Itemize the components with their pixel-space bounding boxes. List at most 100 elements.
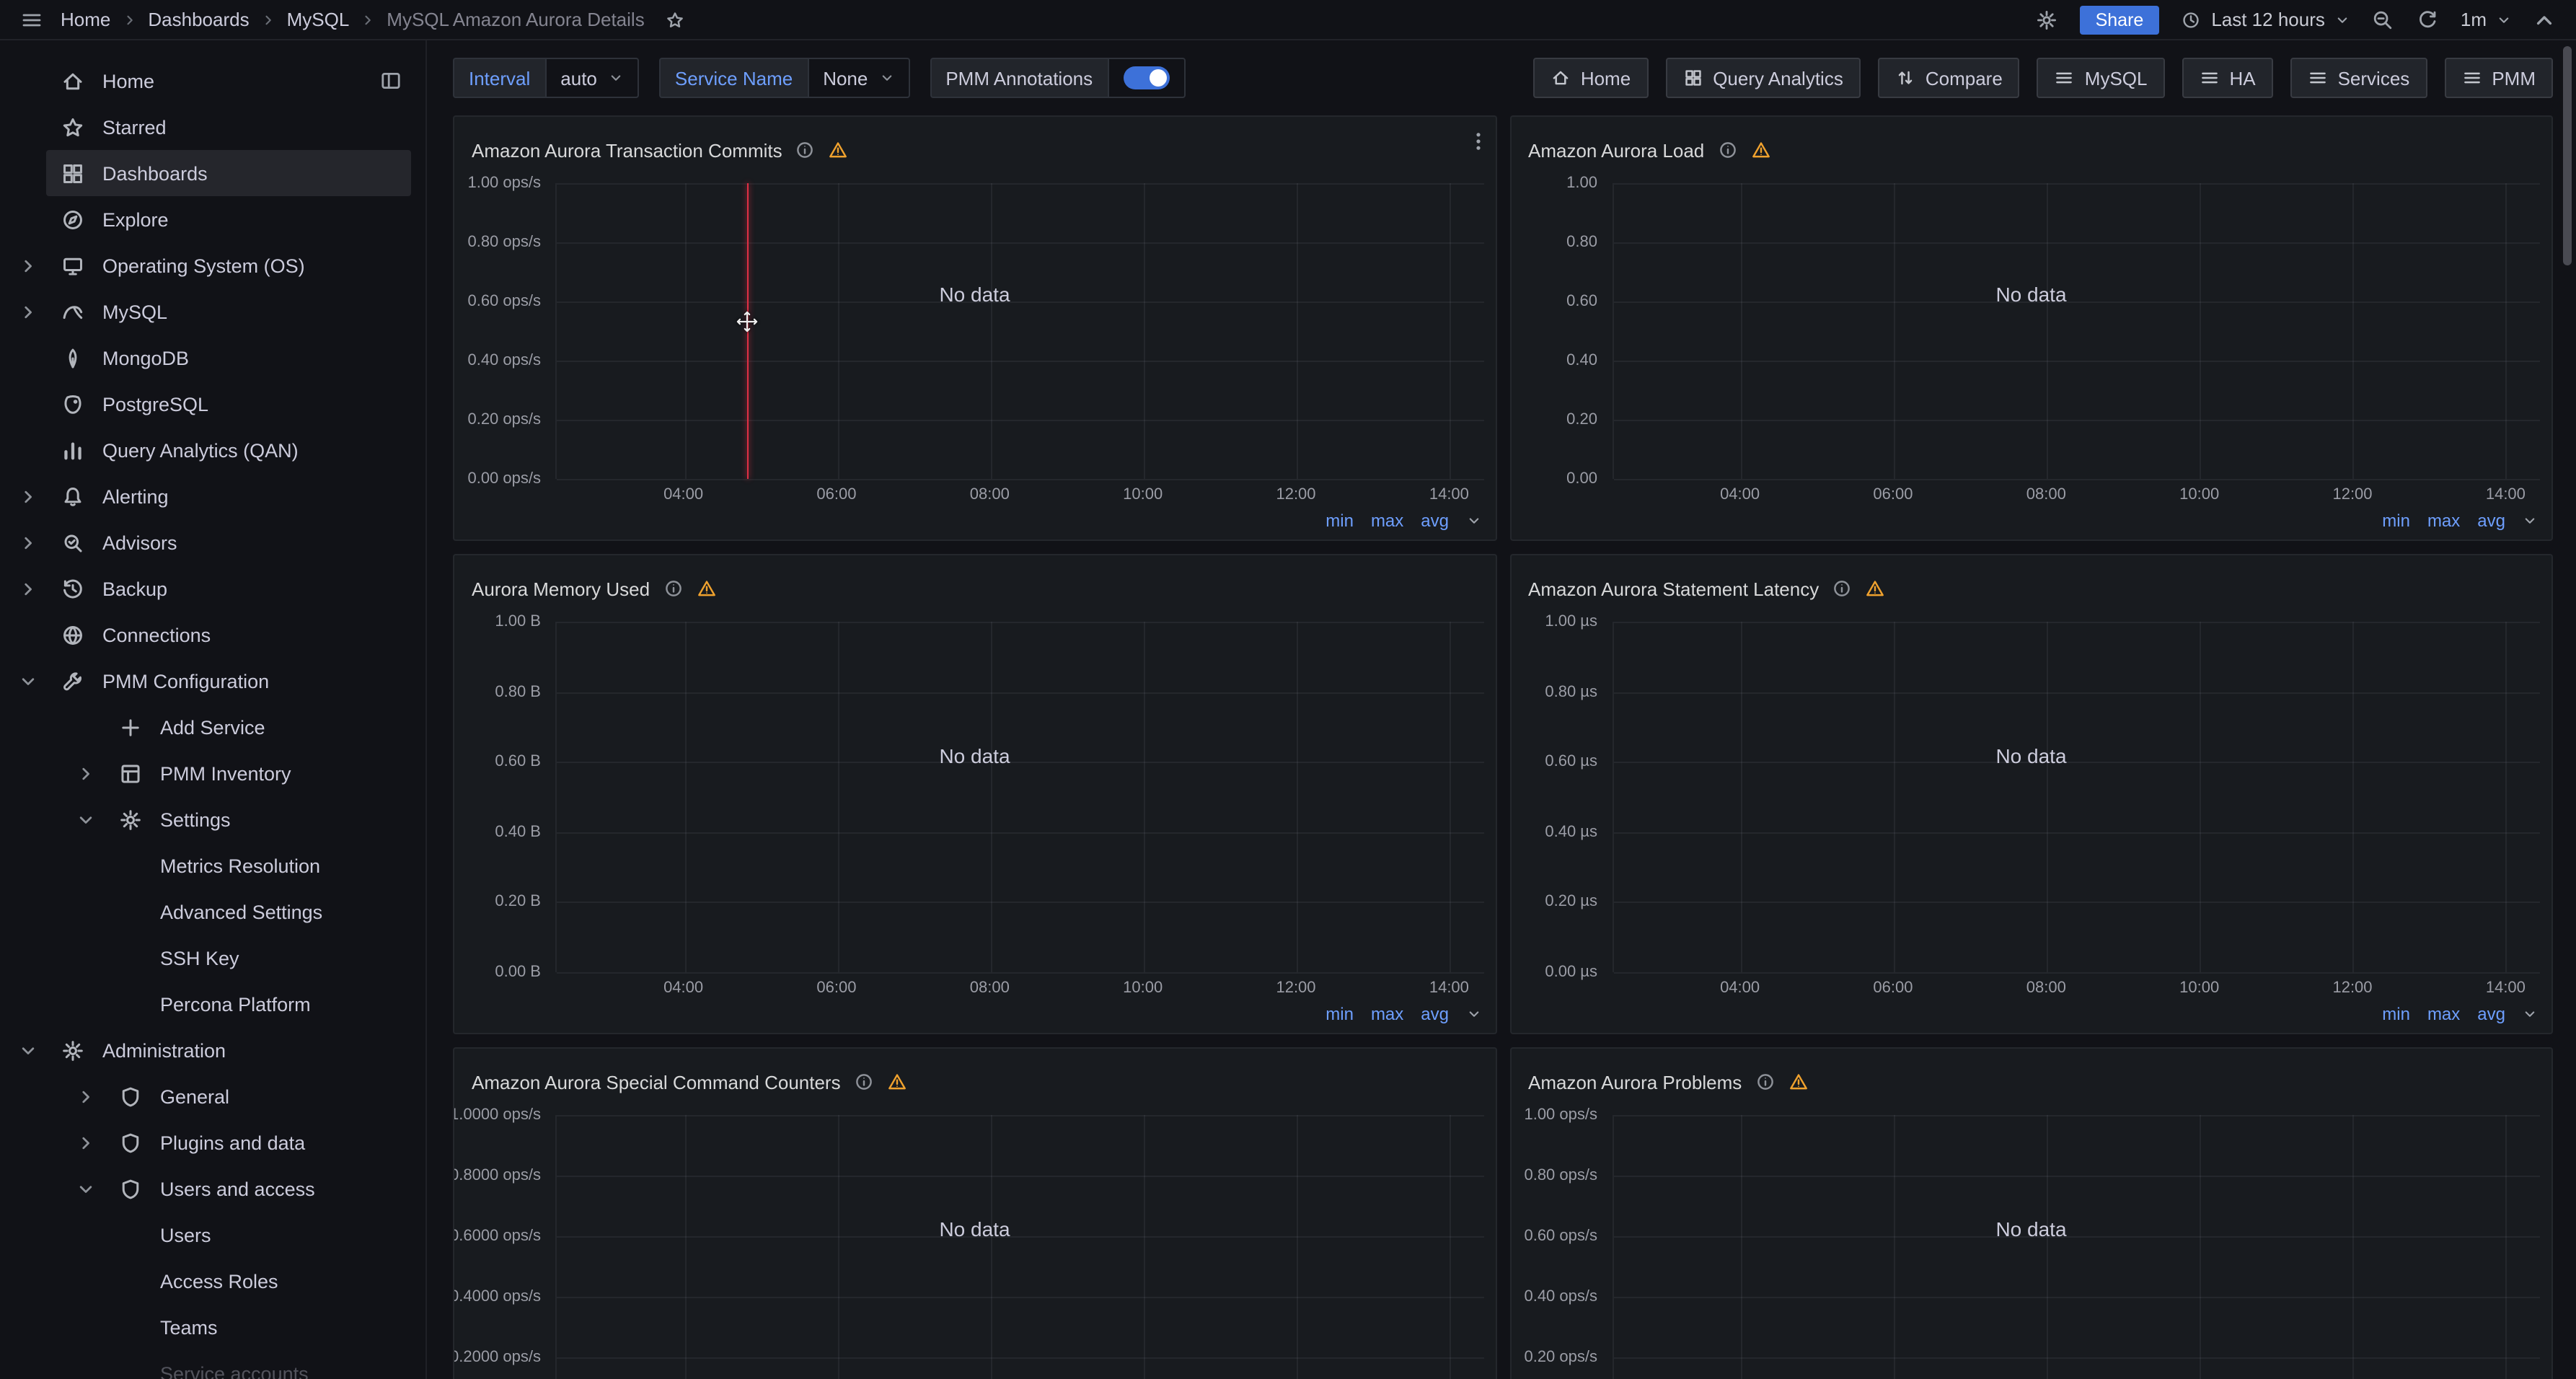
chevron-right-icon[interactable] [66,1132,104,1153]
sidebar-item-starred[interactable]: Starred [0,104,425,150]
legend-item-avg[interactable]: avg [2477,1004,2505,1024]
share-button[interactable]: Share [2080,5,2160,34]
legend-item-max[interactable]: max [2427,1004,2460,1024]
chevron-down-icon[interactable] [66,809,104,829]
legend-item-min[interactable]: min [1326,1004,1354,1024]
refresh-icon[interactable] [2416,8,2439,31]
dock-menu-icon[interactable] [379,69,402,92]
legend-item-max[interactable]: max [1371,511,1403,531]
chevron-down-icon[interactable] [1466,514,1481,528]
panel-menu-kebab-icon[interactable] [1466,130,1489,153]
info-icon[interactable] [854,1072,874,1092]
legend-item-min[interactable]: min [1326,511,1354,531]
sidebar-item-pmm-configuration[interactable]: PMM Configuration [0,658,425,704]
sidebar-item-general[interactable]: General [0,1073,425,1119]
favorite-star-icon[interactable] [665,9,685,30]
legend-item-min[interactable]: min [2382,1004,2410,1024]
warning-icon[interactable] [696,578,716,599]
chevron-down-icon[interactable] [1466,1007,1481,1021]
sidebar-item-users[interactable]: Users [0,1212,425,1258]
sidebar-item-metrics-resolution[interactable]: Metrics Resolution [0,842,425,889]
sidebar-item-operating-system-os[interactable]: Operating System (OS) [0,242,425,288]
chevron-down-icon[interactable] [9,1040,46,1060]
legend-item-avg[interactable]: avg [1421,511,1449,531]
panel-title[interactable]: Amazon Aurora Load [1528,139,1704,161]
collapse-nav-chevron-up-icon[interactable] [2533,8,2556,31]
warning-icon[interactable] [829,140,849,160]
breadcrumb-item[interactable]: MySQL [287,9,350,30]
sidebar-item-advanced-settings[interactable]: Advanced Settings [0,889,425,935]
sidebar-item-access-roles[interactable]: Access Roles [0,1258,425,1304]
time-range-picker[interactable]: Last 12 hours [2181,9,2350,30]
sidebar-item-postgresql[interactable]: PostgreSQL [0,381,425,427]
sidebar-item-settings[interactable]: Settings [0,796,425,842]
sidebar-item-plugins-and-data[interactable]: Plugins and data [0,1119,425,1166]
panel-title[interactable]: Amazon Aurora Special Command Counters [472,1071,841,1093]
info-icon[interactable] [1832,578,1852,599]
link-button-ha[interactable]: HA [2182,58,2272,98]
panel-title[interactable]: Aurora Memory Used [472,578,650,599]
panel-title[interactable]: Amazon Aurora Problems [1528,1071,1742,1093]
chevron-down-icon[interactable] [2523,1007,2537,1021]
interval-select[interactable]: auto [544,58,639,98]
legend-item-min[interactable]: min [2382,511,2410,531]
chevron-down-icon[interactable] [66,1178,104,1199]
link-button-mysql[interactable]: MySQL [2037,58,2165,98]
info-icon[interactable] [663,578,683,599]
legend-item-avg[interactable]: avg [2477,511,2505,531]
panel-title[interactable]: Amazon Aurora Statement Latency [1528,578,1819,599]
chevron-down-icon[interactable] [9,671,46,691]
zoom-out-icon[interactable] [2371,8,2394,31]
sidebar-item-users-and-access[interactable]: Users and access [0,1166,425,1212]
chevron-right-icon[interactable] [9,301,46,322]
sidebar-item-pmm-inventory[interactable]: PMM Inventory [0,750,425,796]
chevron-right-icon[interactable] [9,578,46,599]
dashboard-settings-gear-icon[interactable] [2035,8,2058,31]
sidebar-item-teams[interactable]: Teams [0,1304,425,1350]
scrollbar-thumb[interactable] [2563,46,2572,265]
warning-icon[interactable] [887,1072,907,1092]
pmm-annotations-toggle[interactable] [1107,58,1185,98]
warning-icon[interactable] [1788,1072,1808,1092]
link-button-compare[interactable]: Compare [1878,58,2020,98]
chevron-right-icon[interactable] [9,486,46,506]
sidebar-item-explore[interactable]: Explore [0,196,425,242]
service-name-select[interactable]: None [807,58,909,98]
sidebar-item-ssh-key[interactable]: SSH Key [0,935,425,981]
info-icon[interactable] [1717,140,1737,160]
chevron-right-icon[interactable] [66,1086,104,1106]
sidebar-item-percona-platform[interactable]: Percona Platform [0,981,425,1027]
sidebar-item-home[interactable]: Home [0,58,425,104]
panel-title[interactable]: Amazon Aurora Transaction Commits [472,139,782,161]
sidebar-item-query-analytics-qan[interactable]: Query Analytics (QAN) [0,427,425,473]
link-button-home[interactable]: Home [1533,58,1648,98]
chevron-right-icon[interactable] [9,532,46,552]
link-button-query-analytics[interactable]: Query Analytics [1665,58,1861,98]
sidebar-item-service-accounts[interactable]: Service accounts [0,1350,425,1379]
warning-icon[interactable] [1750,140,1770,160]
chevron-right-icon[interactable] [9,255,46,276]
hamburger-menu-icon[interactable] [20,8,43,31]
breadcrumb-item[interactable]: Home [61,9,110,30]
info-icon[interactable] [795,140,816,160]
sidebar-item-connections[interactable]: Connections [0,612,425,658]
sidebar-item-advisors[interactable]: Advisors [0,519,425,565]
sidebar-item-backup[interactable]: Backup [0,565,425,612]
sidebar-item-mysql[interactable]: MySQL [0,288,425,335]
breadcrumb-item[interactable]: Dashboards [148,9,249,30]
link-button-pmm[interactable]: PMM [2444,58,2553,98]
chevron-down-icon[interactable] [2523,514,2537,528]
refresh-interval-picker[interactable]: 1m [2461,9,2511,30]
legend-item-max[interactable]: max [2427,511,2460,531]
sidebar-item-mongodb[interactable]: MongoDB [0,335,425,381]
link-button-services[interactable]: Services [2290,58,2427,98]
legend-item-max[interactable]: max [1371,1004,1403,1024]
info-icon[interactable] [1755,1072,1775,1092]
sidebar-item-add-service[interactable]: Add Service [0,704,425,750]
sidebar-item-dashboards[interactable]: Dashboards [0,150,425,196]
chevron-right-icon[interactable] [66,763,104,783]
sidebar-item-alerting[interactable]: Alerting [0,473,425,519]
legend-item-avg[interactable]: avg [1421,1004,1449,1024]
sidebar-item-administration[interactable]: Administration [0,1027,425,1073]
warning-icon[interactable] [1865,578,1885,599]
